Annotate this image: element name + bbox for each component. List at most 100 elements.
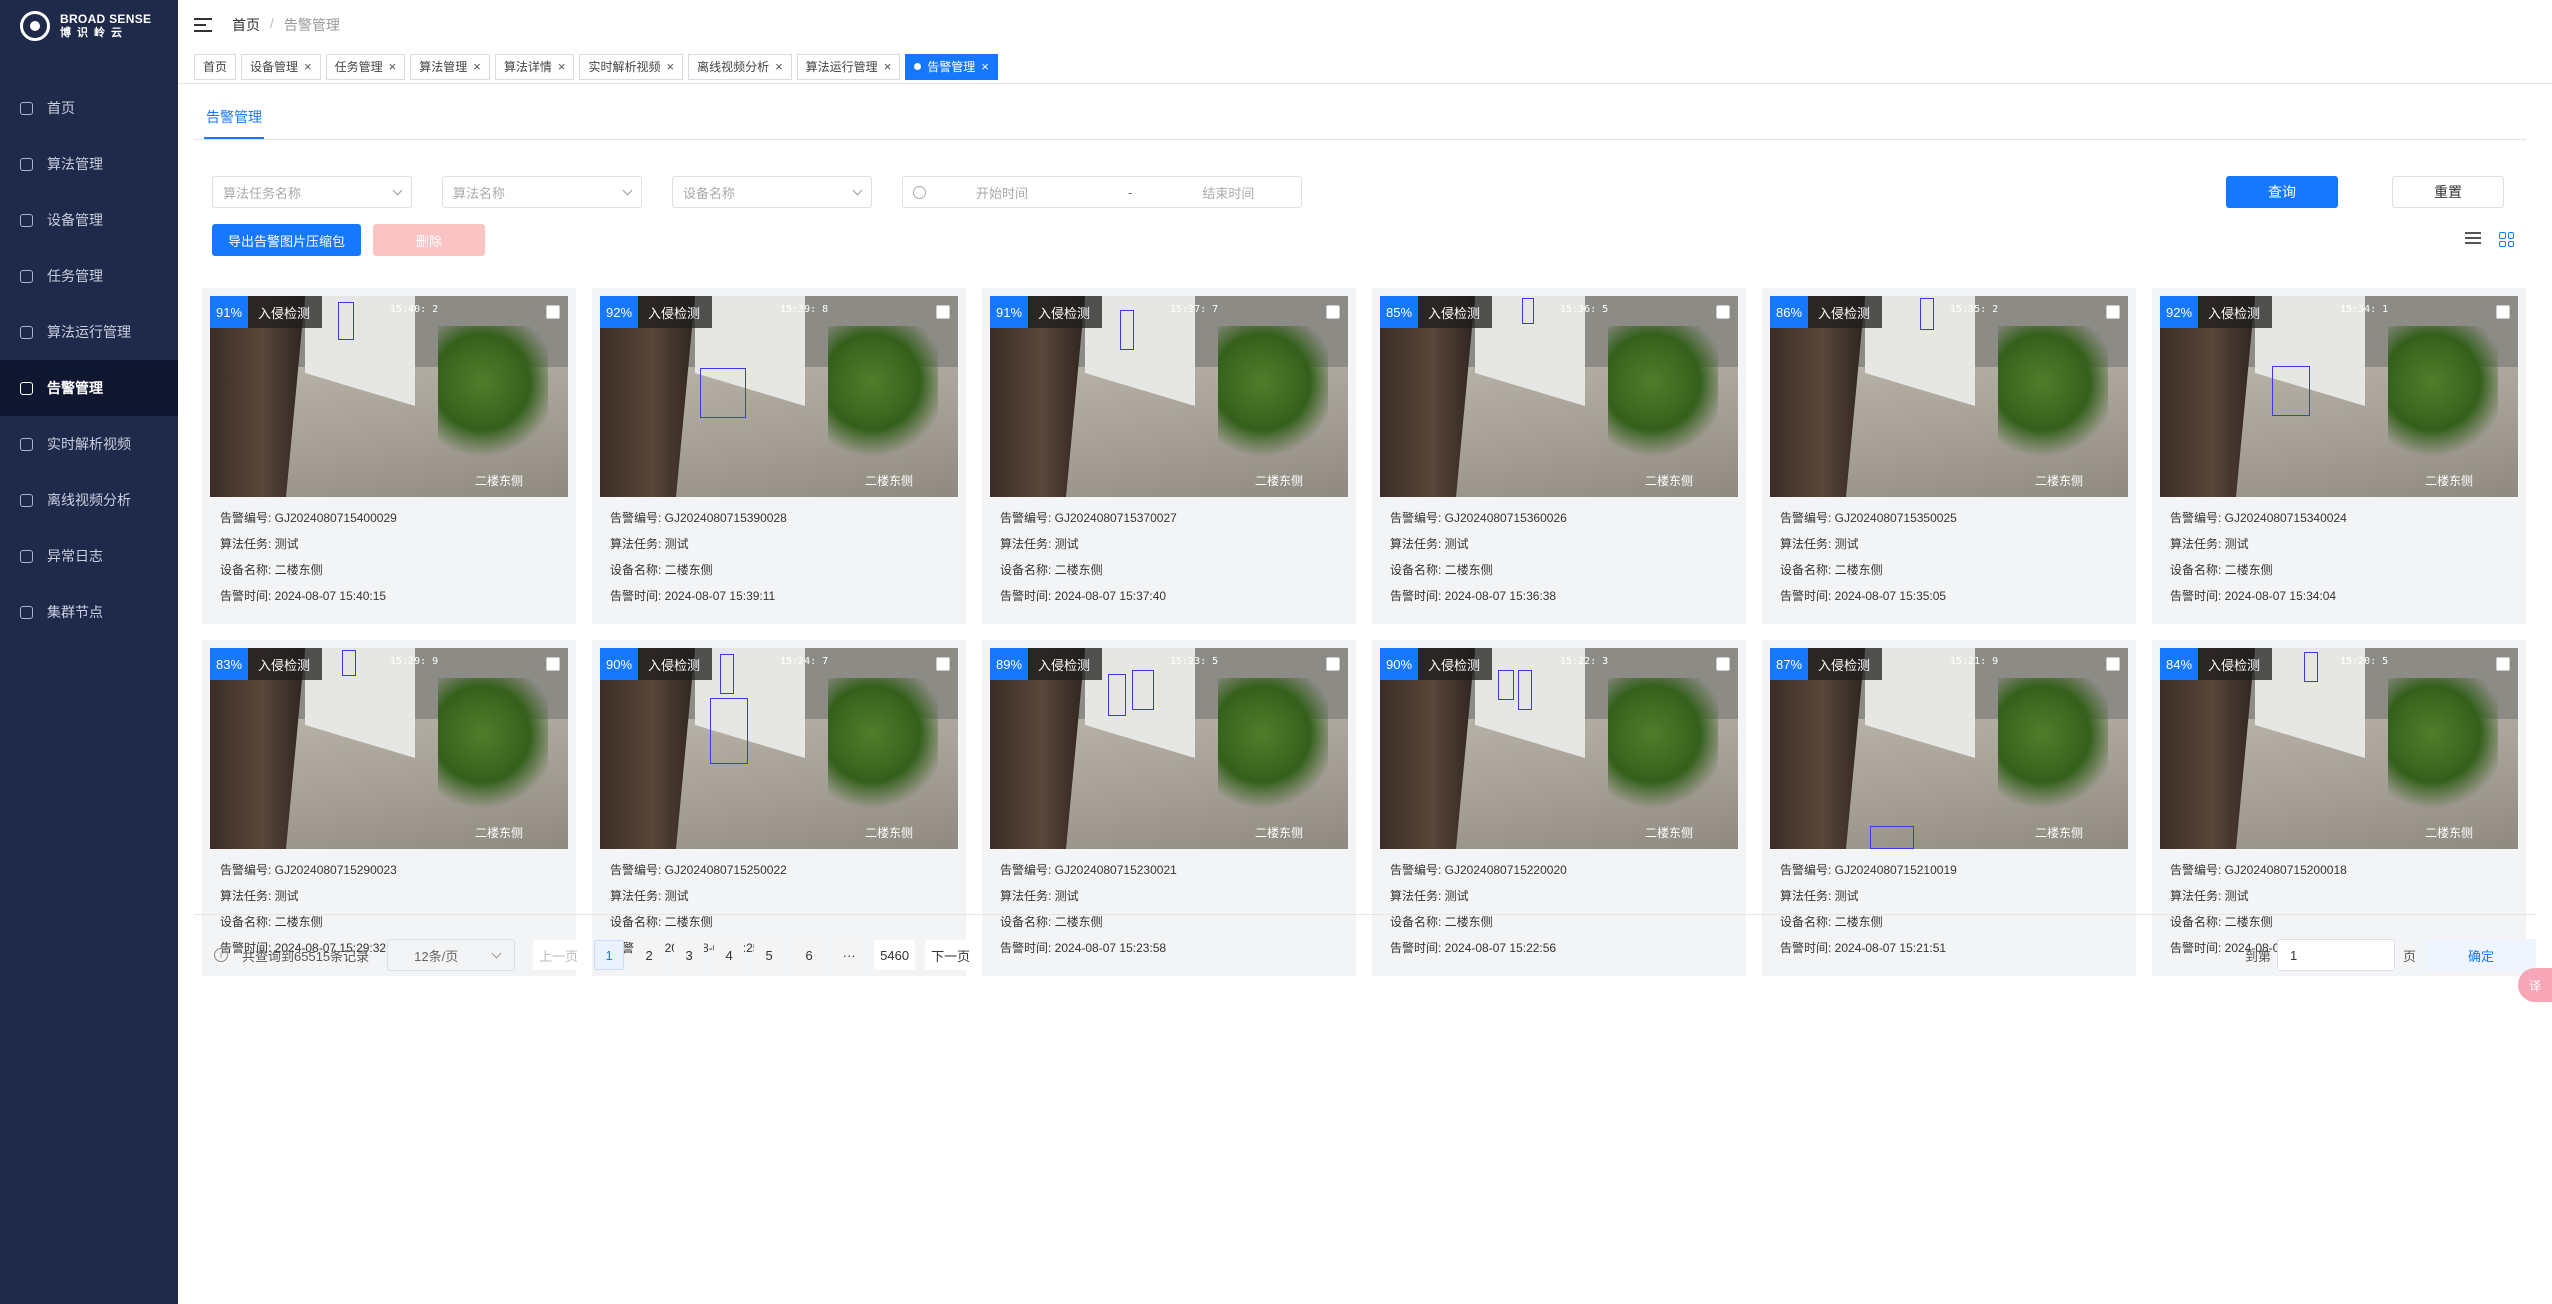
sidebar-item-device[interactable]: 设备管理 [0,192,178,248]
prev-page-button[interactable]: 上一页 [533,940,585,970]
select-checkbox[interactable] [936,305,950,319]
sidebar-item-run[interactable]: 算法运行管理 [0,304,178,360]
alarm-card[interactable]: 15:39: 8 二楼东侧 92% 入侵检测告警编号: GJ2024080715390… [592,288,966,624]
last-page-button[interactable]: 5460 [874,940,916,970]
select-checkbox[interactable] [1326,657,1340,671]
tab-8[interactable]: 告警管理 × [905,53,998,80]
select-checkbox[interactable] [546,657,560,671]
reset-button[interactable]: 重置 [2392,176,2504,208]
delete-button[interactable]: 删除 [373,224,486,256]
alarm-card[interactable]: 15:40: 2 二楼东侧 91% 入侵检测 告警编号: GJ2024080715400… [202,288,576,624]
alarm-id-row: 告警编号: GJ2024080715200018 [2170,857,2518,883]
subtab-alarm-management[interactable]: 告警管理 [204,107,264,139]
alarm-snapshot[interactable]: 15:37: 7 二楼东侧 91% 入侵检测 [990,296,1348,497]
alarm-snapshot[interactable]: 15:36: 5 二楼东侧 85% 入侵检测 [1380,296,1738,497]
page-3-button[interactable]: 3 [674,940,705,970]
close-icon[interactable]: × [389,59,397,74]
select-checkbox[interactable] [1326,305,1340,319]
alarm-snapshot[interactable]: 15:40: 2 二楼东侧 91% 入侵检测 [210,296,568,497]
algorithm-name-select[interactable]: 算法名称 [442,176,642,208]
tab-3[interactable]: 算法管理 × [410,53,490,80]
select-checkbox[interactable] [1716,305,1730,319]
menu-toggle-icon[interactable] [194,18,212,32]
alarm-id: GJ2024080715370027 [1054,511,1177,525]
tab-label: 告警管理 [927,60,976,74]
sidebar-item-algorithm[interactable]: 算法管理 [0,136,178,192]
alarm-snapshot[interactable]: 15:34: 1 二楼东侧 92% 入侵检测 [2160,296,2518,497]
close-icon[interactable]: × [558,59,566,74]
tab-7[interactable]: 算法运行管理 × [796,53,901,80]
list-view-icon[interactable] [2465,232,2481,244]
page-1-button[interactable]: 1 [594,940,625,970]
select-checkbox[interactable] [936,657,950,671]
device-name-select[interactable]: 设备名称 [672,176,872,208]
breadcrumb-home[interactable]: 首页 [232,15,260,35]
page-5-button[interactable]: 5 [754,940,785,970]
start-time-placeholder[interactable]: 开始时间 [976,183,1028,202]
sidebar-item-offline[interactable]: 离线视频分析 [0,472,178,528]
alarm-card[interactable]: 15:34: 1 二楼东侧 92% 入侵检测 告警编号: GJ2024080715340… [2152,288,2526,624]
select-checkbox[interactable] [2106,305,2120,319]
query-button[interactable]: 查询 [2226,176,2338,208]
next-page-button[interactable]: 下一页 [925,940,977,970]
alarm-time: 2024-08-07 15:40:15 [274,589,387,603]
tab-4[interactable]: 算法详情 × [494,53,575,80]
alarm-snapshot[interactable]: 15:21: 9 二楼东侧 87% 入侵检测 [1770,648,2128,849]
select-checkbox[interactable] [1716,657,1730,671]
export-images-button[interactable]: 导出告警图片压缩包 [212,224,362,256]
select-checkbox[interactable] [2496,657,2510,671]
tab-5[interactable]: 实时解析视频 × [579,53,684,80]
alarm-card[interactable]: 15:37: 7 二楼东侧 91% 入侵检测 告警编号: GJ2024080715370… [982,288,1356,624]
alarm-task-label: 算法任务: [1000,889,1055,903]
alarm-time: 2024-08-07 15:39:11 [664,589,776,603]
alarm-task: 测试 [1054,537,1079,551]
tab-2[interactable]: 任务管理 × [325,53,406,80]
alarm-task-label: 算法任务: [2170,537,2225,551]
tab-6[interactable]: 离线视频分析 × [688,53,792,80]
page-size-select[interactable]: 12条/页 [387,939,516,971]
end-time-placeholder[interactable]: 结束时间 [1202,183,1254,202]
sidebar-item-alarm[interactable]: 告警管理 [0,360,178,416]
sidebar-item-cluster[interactable]: 集群节点 [0,584,178,640]
select-checkbox[interactable] [546,305,560,319]
close-icon[interactable]: × [775,59,783,74]
alarm-card[interactable]: 15:35: 2 二楼东侧 86% 入侵检测 告警编号: GJ2024080715350… [1762,288,2136,624]
close-icon[interactable]: × [304,59,312,74]
more-pages-button[interactable]: ··· [834,940,865,970]
alarm-snapshot[interactable]: 15:35: 2 二楼东侧 86% 入侵检测 [1770,296,2128,497]
page-2-button[interactable]: 2 [634,940,665,970]
goto-confirm-button[interactable]: 确定 [2426,939,2536,971]
sidebar-item-log[interactable]: 异常日志 [0,528,178,584]
video-timestamp: 15:37: 7 [1170,304,1219,315]
alarm-snapshot[interactable]: 15:20: 5 二楼东侧 84% 入侵检测 [2160,648,2518,849]
alarm-snapshot[interactable]: 15:29: 9 二楼东侧 83% 入侵检测 [210,648,568,849]
close-icon[interactable]: × [666,59,674,74]
close-icon[interactable]: × [473,59,481,74]
select-checkbox[interactable] [2496,305,2510,319]
alarm-snapshot[interactable]: 15:22: 3 二楼东侧 90% 入侵检测 [1380,648,1738,849]
goto-page-input[interactable] [2276,939,2395,971]
page-4-button[interactable]: 4 [714,940,745,970]
alarm-snapshot[interactable]: 15:24: 7 二楼东侧 90% 入侵检测 [600,648,958,849]
tab-0[interactable]: 首页 [194,53,237,80]
alarm-id-row: 告警编号: GJ2024080715390028 [610,505,958,531]
alarm-snapshot[interactable]: 15:23: 5 二楼东侧 89% 入侵检测 [990,648,1348,849]
translate-float-button[interactable]: 译 [2518,968,2552,1002]
sidebar-item-home[interactable]: 首页 [0,80,178,136]
sidebar-item-task[interactable]: 任务管理 [0,248,178,304]
select-checkbox[interactable] [2106,657,2120,671]
date-range-picker[interactable]: 开始时间 - 结束时间 [902,176,1302,208]
sidebar-item-video[interactable]: 实时解析视频 [0,416,178,472]
alarm-card[interactable]: 15:36: 5 二楼东侧 85% 入侵检测 告警编号: GJ2024080715360… [1372,288,1746,624]
grid-view-icon[interactable] [2499,232,2514,247]
close-icon[interactable]: × [884,59,892,74]
confidence-percent: 90% [1380,648,1419,680]
logo: BROAD SENSE 博识岭云 [0,0,178,52]
tab-1[interactable]: 设备管理 × [241,53,321,80]
task-name-select[interactable]: 算法任务名称 [212,176,412,208]
algorithm-icon [20,157,33,171]
page-6-button[interactable]: 6 [794,940,825,970]
sidebar: BROAD SENSE 博识岭云 首页 算法管理 设备管理 任务管理 算法运行管理 告警管… [0,0,178,1304]
close-icon[interactable]: × [981,59,989,74]
alarm-snapshot[interactable]: 15:39: 8 二楼东侧 92% 入侵检测 [600,296,958,497]
